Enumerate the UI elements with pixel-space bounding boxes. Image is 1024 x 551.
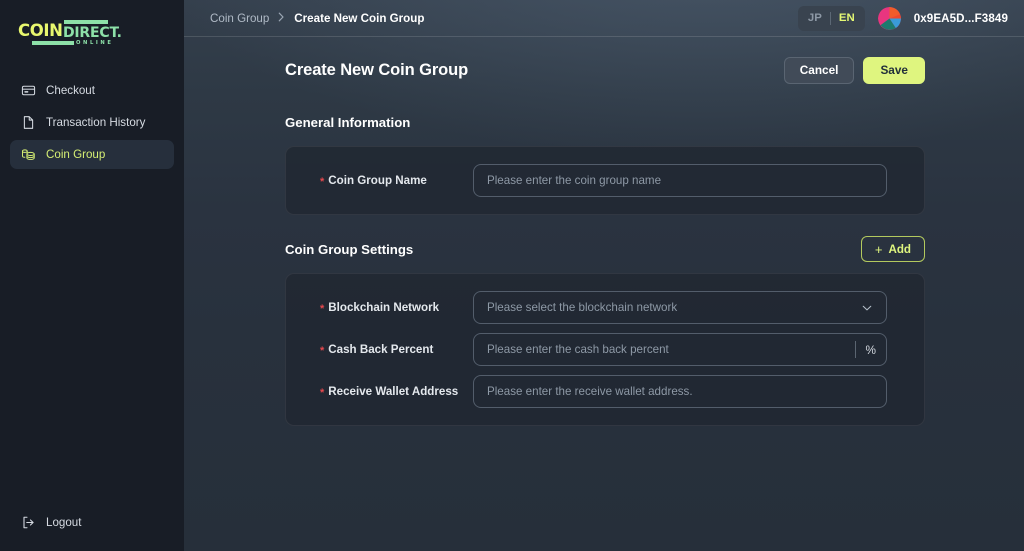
required-asterisk: * <box>320 176 325 188</box>
section-header: Coin Group Settings + Add <box>285 236 925 262</box>
field-row-coin-group-name: * Coin Group Name Please enter the coin … <box>303 164 887 197</box>
wallet-address[interactable]: 0x9EA5D...F3849 <box>914 12 1008 25</box>
field-label: * Coin Group Name <box>303 174 473 188</box>
logout-label: Logout <box>46 515 82 529</box>
logo-bar-bottom <box>32 41 74 45</box>
chevron-down-icon <box>860 301 873 314</box>
add-button-label: Add <box>888 242 911 256</box>
add-button[interactable]: + Add <box>860 236 925 262</box>
field-row-blockchain-network: * Blockchain Network Please select the b… <box>303 291 887 324</box>
field-control: Please enter the receive wallet address. <box>473 375 887 408</box>
field-label: * Blockchain Network <box>303 301 473 315</box>
chevron-right-icon <box>278 12 285 25</box>
page-content: Create New Coin Group Cancel Save Genera… <box>184 37 1024 426</box>
logo-text-online: ONLINE <box>76 40 114 46</box>
topbar: Coin Group Create New Coin Group JP EN 0… <box>184 0 1024 37</box>
field-control: Please enter the coin group name <box>473 164 887 197</box>
percent-symbol: % <box>865 342 877 357</box>
cancel-button[interactable]: Cancel <box>783 56 855 84</box>
sidebar-item-transaction-history[interactable]: Transaction History <box>10 108 174 137</box>
field-control: Please select the blockchain network <box>473 291 887 324</box>
field-label: * Receive Wallet Address <box>303 385 473 399</box>
field-label-text: Blockchain Network <box>328 301 440 314</box>
logo-text-coin: COIN <box>18 21 63 40</box>
logo[interactable]: COIN DIRECT. ONLINE <box>0 0 184 62</box>
input-placeholder: Please enter the cash back percent <box>487 343 669 356</box>
sidebar-item-label: Coin Group <box>46 148 106 161</box>
field-label-text: Cash Back Percent <box>328 343 434 356</box>
general-information-card: * Coin Group Name Please enter the coin … <box>285 146 925 215</box>
logo-text-direct: DIRECT. <box>63 25 122 41</box>
section-general-information: General Information * Coin Group Name Pl… <box>285 110 925 215</box>
input-placeholder: Please enter the receive wallet address. <box>487 385 693 398</box>
section-coin-group-settings: Coin Group Settings + Add * Blockchain N… <box>285 236 925 426</box>
receive-wallet-address-input[interactable]: Please enter the receive wallet address. <box>473 375 887 408</box>
sidebar: COIN DIRECT. ONLINE Checkout Transaction… <box>0 0 184 551</box>
cash-back-percent-input[interactable]: Please enter the cash back percent % <box>473 333 887 366</box>
app-root: COIN DIRECT. ONLINE Checkout Transaction… <box>0 0 1024 551</box>
section-title: General Information <box>285 114 411 130</box>
required-asterisk: * <box>320 345 325 357</box>
sidebar-item-label: Transaction History <box>46 116 146 129</box>
section-title: Coin Group Settings <box>285 241 414 257</box>
percent-suffix: % <box>854 341 877 358</box>
field-row-receive-wallet-address: * Receive Wallet Address Please enter th… <box>303 375 887 408</box>
logout-icon <box>21 515 36 530</box>
language-toggle[interactable]: JP EN <box>797 5 865 31</box>
input-placeholder: Please enter the coin group name <box>487 174 662 187</box>
language-option-jp[interactable]: JP <box>800 12 830 24</box>
page-actions: Cancel Save <box>783 56 925 84</box>
coin-group-settings-card: * Blockchain Network Please select the b… <box>285 273 925 426</box>
sidebar-item-checkout[interactable]: Checkout <box>10 76 174 105</box>
main-area: Coin Group Create New Coin Group JP EN 0… <box>184 0 1024 551</box>
breadcrumb-parent[interactable]: Coin Group <box>210 12 269 25</box>
field-control: Please enter the cash back percent % <box>473 333 887 366</box>
coins-icon <box>21 147 36 162</box>
save-button[interactable]: Save <box>863 56 925 84</box>
logo-bar-top <box>64 20 108 24</box>
sidebar-item-label: Checkout <box>46 84 95 97</box>
field-row-cash-back-percent: * Cash Back Percent Please enter the cas… <box>303 333 887 366</box>
plus-icon: + <box>874 241 883 257</box>
field-label: * Cash Back Percent <box>303 343 473 357</box>
required-asterisk: * <box>320 387 325 399</box>
field-label-text: Coin Group Name <box>328 174 427 187</box>
page-title: Create New Coin Group <box>285 60 469 79</box>
breadcrumb: Coin Group Create New Coin Group <box>210 12 424 25</box>
coin-group-name-input[interactable]: Please enter the coin group name <box>473 164 887 197</box>
language-option-en[interactable]: EN <box>831 12 863 24</box>
breadcrumb-current: Create New Coin Group <box>294 11 425 25</box>
required-asterisk: * <box>320 303 325 315</box>
blockchain-network-select[interactable]: Please select the blockchain network <box>473 291 887 324</box>
avatar[interactable] <box>877 6 901 30</box>
select-placeholder: Please select the blockchain network <box>487 301 678 314</box>
field-label-text: Receive Wallet Address <box>328 385 459 398</box>
suffix-divider <box>854 341 856 358</box>
section-header: General Information <box>285 110 925 134</box>
topbar-right: JP EN 0x9EA5D...F3849 <box>797 5 1024 31</box>
document-icon <box>21 115 36 130</box>
sidebar-item-coin-group[interactable]: Coin Group <box>10 140 174 169</box>
card-icon <box>21 83 36 98</box>
page-header: Create New Coin Group Cancel Save <box>285 56 925 84</box>
sidebar-nav: Checkout Transaction History Coin Group <box>0 76 184 169</box>
logout-button[interactable]: Logout <box>10 507 174 537</box>
